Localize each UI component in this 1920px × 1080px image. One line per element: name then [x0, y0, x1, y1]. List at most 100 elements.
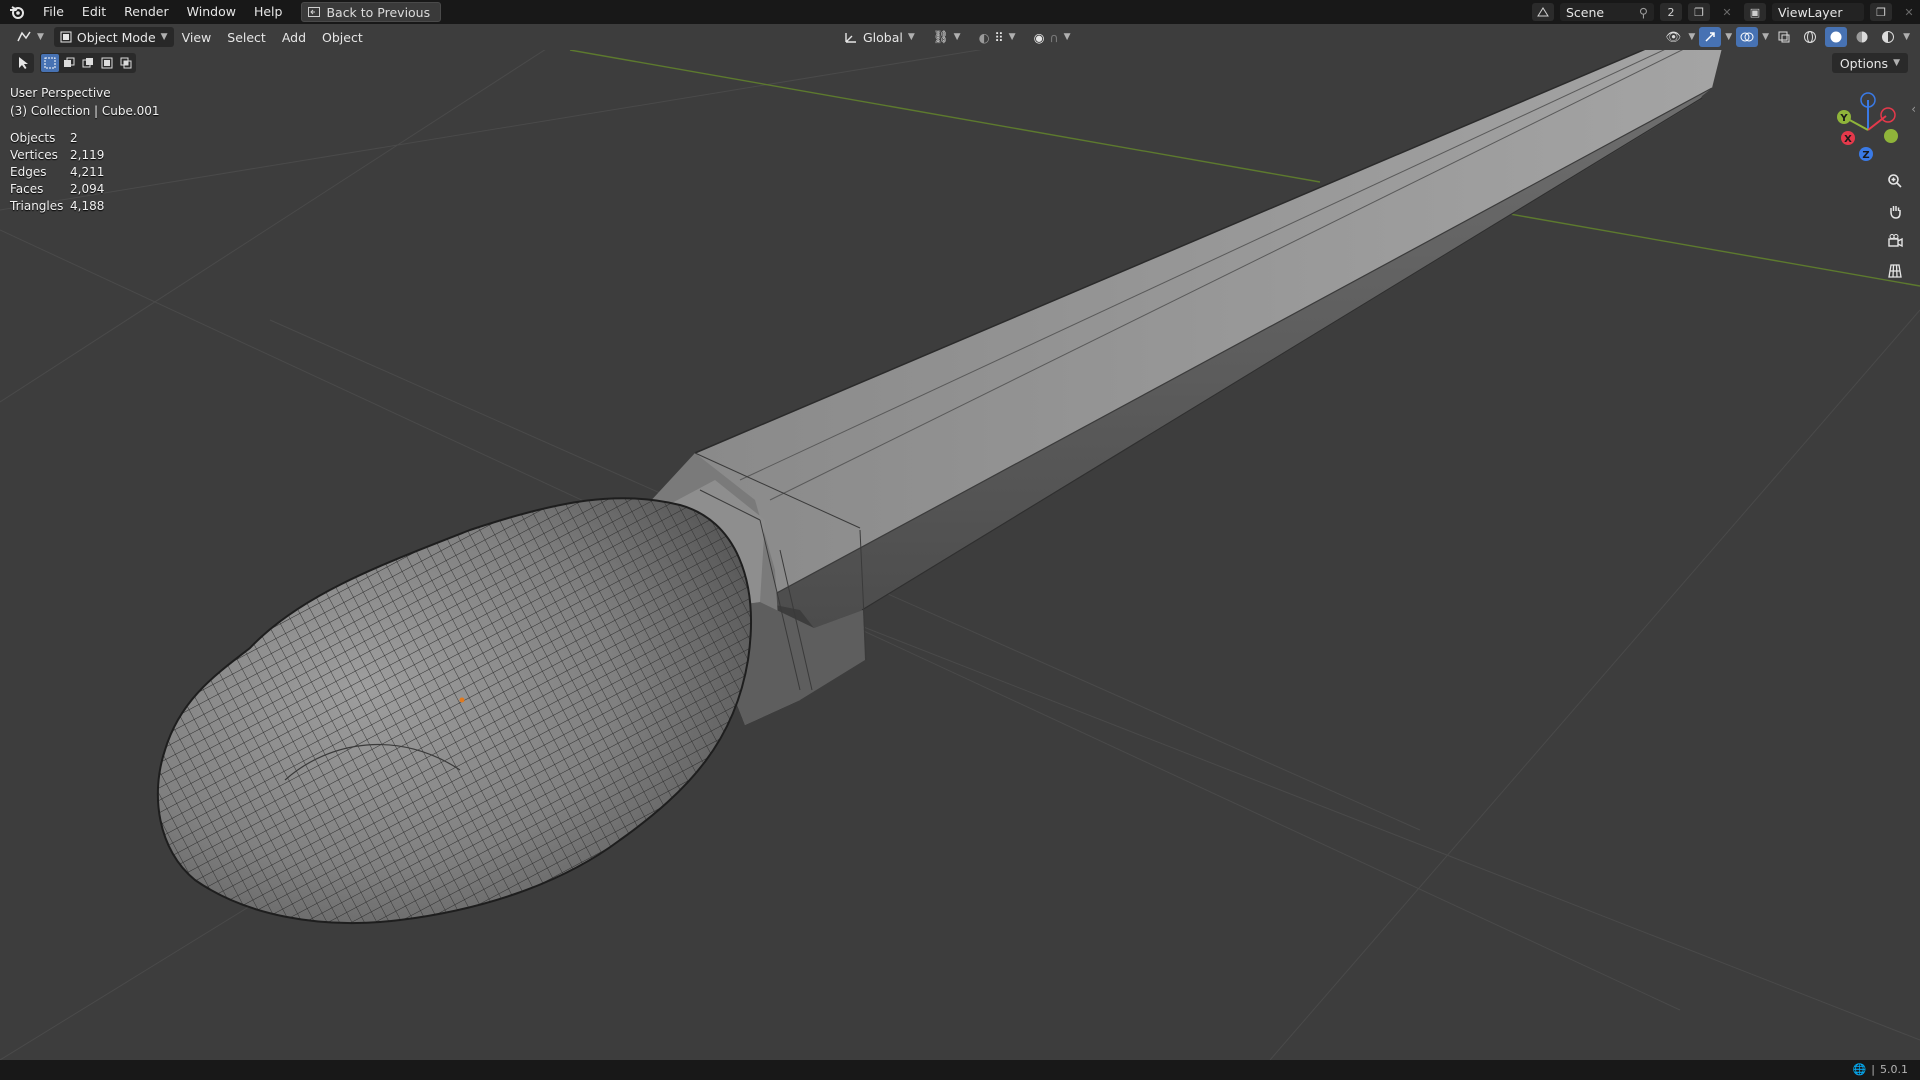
rendered-shading-icon[interactable] — [1877, 27, 1899, 47]
back-to-previous-button[interactable]: Back to Previous — [301, 2, 442, 22]
xray-toggle-icon[interactable] — [1773, 27, 1795, 47]
options-dropdown[interactable]: Options ▼ — [1831, 53, 1908, 73]
pivot-icon: ⛓ — [932, 29, 949, 44]
y-axis-label: Y — [1839, 113, 1848, 124]
solid-shading-icon[interactable] — [1825, 27, 1848, 47]
y-axis-negative-handle[interactable] — [1884, 129, 1898, 143]
back-icon — [308, 7, 321, 17]
orientation-icon — [845, 33, 856, 43]
view-perspective-label: User Perspective — [10, 86, 111, 100]
stat-value: 2,094 — [70, 182, 105, 196]
z-axis-label: Z — [1862, 150, 1869, 161]
stat-row: Objects 2 — [10, 130, 160, 147]
snap-controls[interactable]: ◐ ⠿ ▼ — [973, 27, 1022, 47]
editor-type-icon — [17, 31, 31, 42]
pivot-point-dropdown[interactable]: ⛓ ▼ — [927, 27, 967, 47]
menu-render[interactable]: Render — [115, 0, 178, 24]
select-invert-icon[interactable] — [98, 54, 116, 72]
snap-magnet-icon[interactable]: ◐ — [979, 30, 990, 45]
object-origin — [459, 697, 465, 703]
delete-view-layer-icon[interactable]: ✕ — [1898, 3, 1920, 21]
pan-hand-icon[interactable] — [1882, 198, 1908, 224]
stat-row: Edges 4,211 — [10, 164, 160, 181]
chevron-down-icon: ▼ — [953, 32, 961, 42]
menu-edit[interactable]: Edit — [73, 0, 115, 24]
selection-mode-group — [40, 53, 136, 73]
menu-help[interactable]: Help — [245, 0, 292, 24]
stat-label: Vertices — [10, 148, 58, 162]
falloff-curve-icon[interactable]: ∩ — [1050, 30, 1059, 45]
menu-object[interactable]: Object — [314, 30, 371, 45]
chevron-down-icon: ▼ — [1893, 58, 1900, 68]
overlays-toggle-icon[interactable] — [1736, 27, 1759, 47]
perspective-toggle-icon[interactable] — [1882, 258, 1908, 284]
chevron-down-icon: ▼ — [1725, 32, 1733, 42]
menu-select[interactable]: Select — [219, 30, 274, 45]
wireframe-shading-icon[interactable] — [1799, 27, 1821, 47]
blender-logo-icon[interactable] — [0, 0, 34, 24]
viewport-display-controls: 👁 ▼ ▼ ▼ ▼ — [1662, 27, 1910, 47]
menu-window[interactable]: Window — [178, 0, 245, 24]
chevron-down-icon: ▼ — [1903, 32, 1910, 42]
new-scene-icon[interactable]: ❐ — [1688, 3, 1710, 21]
menu-view[interactable]: View — [174, 30, 220, 45]
select-new-icon[interactable] — [41, 54, 59, 72]
mode-dropdown[interactable]: Object Mode ▼ — [53, 27, 174, 47]
pin-icon[interactable]: ⚲ — [1639, 5, 1648, 20]
tool-settings-row — [12, 53, 136, 73]
stat-row: Faces 2,094 — [10, 181, 160, 198]
sidebar-toggle-icon[interactable]: ‹ — [1911, 102, 1916, 116]
scene-name-field[interactable]: Scene ⚲ — [1560, 3, 1654, 21]
view-layer-icon[interactable]: ▣ — [1744, 3, 1766, 21]
chevron-down-icon: ▼ — [1008, 32, 1016, 42]
view-layer-field[interactable]: ViewLayer — [1772, 3, 1864, 21]
stat-label: Faces — [10, 182, 44, 196]
proportional-editing-controls[interactable]: ◉ ∩ ▼ — [1028, 27, 1077, 47]
material-preview-icon[interactable] — [1851, 27, 1873, 47]
chevron-down-icon: ▼ — [37, 32, 44, 42]
stat-label: Edges — [10, 165, 47, 179]
viewport-info-overlay: User Perspective (3) Collection | Cube.0… — [10, 84, 160, 215]
proportional-editing-icon[interactable]: ◉ — [1034, 30, 1045, 45]
stat-label: Triangles — [10, 199, 64, 213]
matchstick-head — [156, 497, 752, 925]
snap-grid-icon[interactable]: ⠿ — [995, 30, 1004, 45]
zoom-icon[interactable] — [1882, 168, 1908, 194]
status-bar: 🌐 | 5.0.1 — [0, 1060, 1920, 1080]
visibility-icon[interactable]: 👁 — [1662, 27, 1684, 47]
new-view-layer-icon[interactable]: ❐ — [1870, 3, 1892, 21]
stat-value: 4,211 — [70, 165, 105, 179]
active-collection-label: (3) Collection | Cube.001 — [10, 104, 160, 118]
delete-scene-icon[interactable]: ✕ — [1716, 3, 1738, 21]
select-tool-icon[interactable] — [12, 53, 34, 73]
options-label: Options — [1839, 55, 1889, 71]
stat-row: Vertices 2,119 — [10, 147, 160, 164]
orientation-label: Global — [863, 29, 903, 45]
chevron-down-icon: ▼ — [160, 32, 168, 42]
3d-viewport[interactable] — [0, 50, 1920, 1060]
top-menu-bar: File Edit Render Window Help Back to Pre… — [0, 0, 1920, 24]
menu-file[interactable]: File — [34, 0, 73, 24]
chevron-down-icon: ▼ — [907, 32, 915, 42]
select-subtract-icon[interactable] — [79, 54, 97, 72]
menu-add[interactable]: Add — [274, 30, 314, 45]
scene-users-count[interactable]: 2 — [1660, 3, 1682, 21]
editor-type-button[interactable]: ▼ — [10, 27, 50, 47]
separator: | — [1871, 1063, 1875, 1076]
scene-selector-area: Scene ⚲ 2 ❐ ✕ ▣ ViewLayer ❐ ✕ — [1532, 0, 1920, 24]
viewport-header: ▼ Object Mode ▼ View Select Add Object G… — [0, 24, 1920, 50]
navigation-gizmo[interactable]: Y X Z — [1826, 88, 1906, 168]
object-mode-icon — [60, 31, 72, 43]
matchstick-stick — [610, 50, 1722, 725]
scene-type-icon[interactable] — [1532, 3, 1554, 21]
orientation-dropdown[interactable]: Global ▼ — [838, 27, 921, 47]
camera-view-icon[interactable] — [1882, 228, 1908, 254]
select-extend-icon[interactable] — [60, 54, 78, 72]
stat-value: 2,119 — [70, 148, 105, 162]
scene-name: Scene — [1566, 4, 1605, 20]
network-icon: 🌐 — [1852, 1063, 1867, 1076]
select-intersect-icon[interactable] — [117, 54, 135, 72]
gizmo-toggle-icon[interactable] — [1699, 27, 1722, 47]
x-axis-negative-handle[interactable] — [1880, 107, 1896, 123]
version-label: 5.0.1 — [1880, 1063, 1908, 1076]
